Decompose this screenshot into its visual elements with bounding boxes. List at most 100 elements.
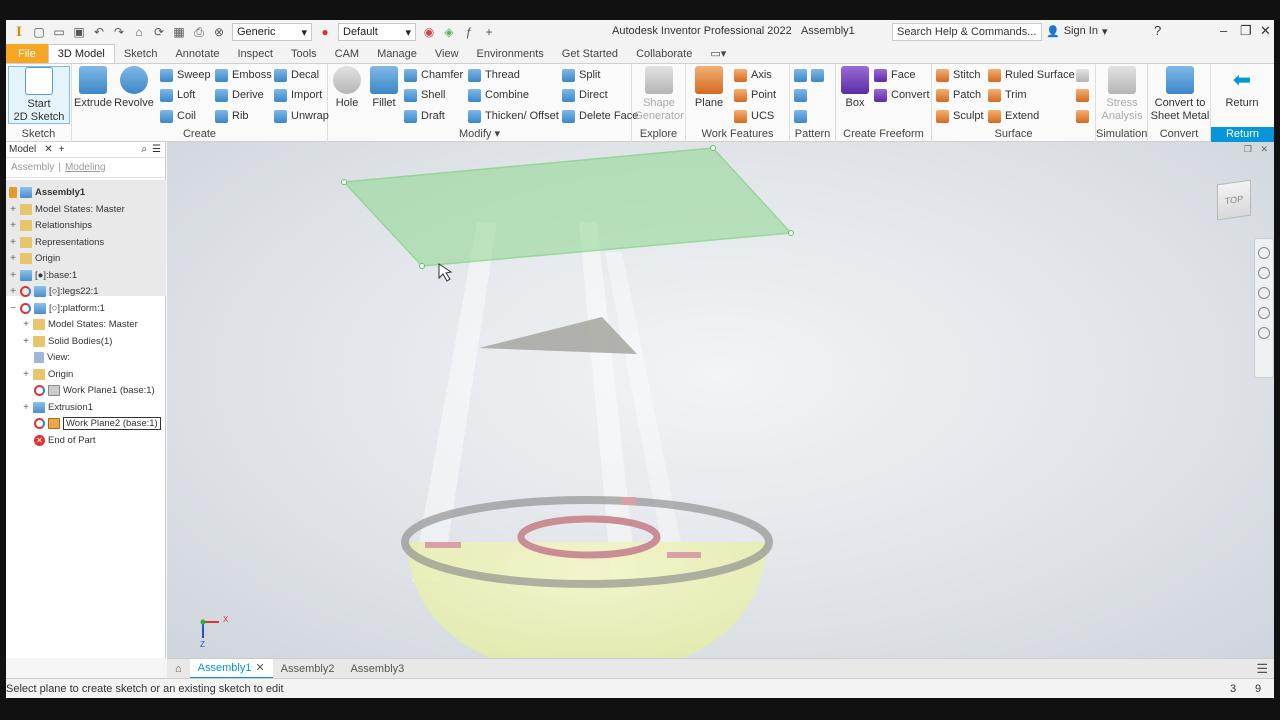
doc-tab-assembly2[interactable]: Assembly2 bbox=[273, 659, 343, 679]
tree-node-extrusion1[interactable]: + Extrusion1 bbox=[22, 399, 93, 415]
tab-environments[interactable]: Environments bbox=[468, 44, 553, 63]
home-tab-icon[interactable]: ⌂ bbox=[167, 659, 190, 679]
trim-button[interactable]: Trim bbox=[988, 86, 1027, 104]
tab-manage[interactable]: Manage bbox=[368, 44, 426, 63]
add-icon[interactable]: + bbox=[482, 25, 496, 39]
material-dropdown[interactable]: Generic ▾ bbox=[232, 23, 312, 41]
combine-button[interactable]: Combine bbox=[468, 86, 529, 104]
tab-cam[interactable]: CAM bbox=[326, 44, 368, 63]
save-icon[interactable]: ▣ bbox=[72, 25, 86, 39]
axis-button[interactable]: Axis bbox=[734, 66, 772, 84]
hole-button[interactable]: Hole bbox=[330, 66, 364, 110]
search-input[interactable]: Search Help & Commands... bbox=[892, 23, 1042, 41]
sketch-pattern-button[interactable] bbox=[794, 107, 807, 125]
tab-annotate[interactable]: Annotate bbox=[166, 44, 228, 63]
tree-node-platform-origin[interactable]: + Origin bbox=[22, 366, 73, 382]
close-icon[interactable]: ✕ bbox=[1260, 23, 1271, 39]
select-icon[interactable]: ▦ bbox=[172, 25, 186, 39]
rib-button[interactable]: Rib bbox=[215, 107, 249, 125]
doc-tab-assembly3[interactable]: Assembly3 bbox=[342, 659, 412, 679]
home-icon[interactable]: ⌂ bbox=[132, 25, 146, 39]
cancel-icon[interactable]: ⊗ bbox=[212, 25, 226, 39]
expand-icon[interactable]: + bbox=[9, 237, 17, 248]
work-plane-highlight[interactable] bbox=[342, 147, 793, 267]
tab-file[interactable]: File bbox=[6, 44, 48, 63]
close-icon[interactable]: ✕ bbox=[44, 144, 52, 155]
steering-wheel-icon[interactable] bbox=[1258, 247, 1270, 259]
expand-icon[interactable]: + bbox=[9, 286, 17, 297]
return-button[interactable]: ⬅ Return bbox=[1219, 66, 1265, 110]
sculpt-button[interactable]: Sculpt bbox=[936, 107, 984, 125]
help-icon[interactable]: ? bbox=[1154, 23, 1161, 38]
tree-node-model-states[interactable]: + Model States: Master bbox=[9, 201, 125, 217]
tree-label-editing[interactable]: Work Plane2 (base:1) bbox=[63, 416, 161, 430]
loft-button[interactable]: Loft bbox=[160, 86, 195, 104]
patch-button[interactable]: Patch bbox=[936, 86, 981, 104]
chamfer-button[interactable]: Chamfer bbox=[404, 66, 463, 84]
tree-node-work-plane2[interactable]: Work Plane2 (base:1) bbox=[34, 415, 161, 431]
menu-icon[interactable]: ☰ bbox=[152, 144, 161, 155]
appearance-icon[interactable]: ● bbox=[318, 25, 332, 39]
fit-mesh-button[interactable] bbox=[1076, 86, 1089, 104]
tree-node-solid-bodies[interactable]: + Solid Bodies(1) bbox=[22, 333, 112, 349]
coil-button[interactable]: Coil bbox=[160, 107, 196, 125]
emboss-button[interactable]: Emboss bbox=[215, 66, 272, 84]
tab-collaborate[interactable]: Collaborate bbox=[627, 44, 701, 63]
expand-icon[interactable]: + bbox=[9, 270, 17, 281]
shell-button[interactable]: Shell bbox=[404, 86, 445, 104]
tab-view[interactable]: View bbox=[426, 44, 468, 63]
tree-node-legs[interactable]: + [○]:legs22:1 bbox=[9, 283, 99, 299]
undo-icon[interactable]: ↶ bbox=[92, 25, 106, 39]
tabs-menu-icon[interactable]: ☰ bbox=[1256, 661, 1274, 677]
expand-icon[interactable]: + bbox=[9, 204, 17, 215]
color-override-icon[interactable]: ◉ bbox=[422, 25, 436, 39]
point-button[interactable]: Point bbox=[734, 86, 776, 104]
tab-inspect[interactable]: Inspect bbox=[229, 44, 282, 63]
tree-node-view[interactable]: View: bbox=[34, 349, 70, 365]
derive-button[interactable]: Derive bbox=[215, 86, 264, 104]
tab-sketch[interactable]: Sketch bbox=[115, 44, 167, 63]
viewport-close-icon[interactable]: ✕ bbox=[1260, 144, 1268, 155]
assembly-view-tab[interactable]: Assembly bbox=[11, 162, 54, 173]
orbit-icon[interactable] bbox=[1258, 307, 1270, 319]
start-2d-sketch-button[interactable]: Start 2D Sketch bbox=[8, 66, 70, 124]
tree-node-end-of-part[interactable]: ✕ End of Part bbox=[34, 432, 96, 448]
tab-more-icon[interactable]: ▭▾ bbox=[701, 44, 735, 63]
adjust-icon[interactable]: ◈ bbox=[442, 25, 456, 39]
modeling-view-tab[interactable]: Modeling bbox=[65, 162, 106, 173]
tab-3d-model[interactable]: 3D Model bbox=[47, 44, 115, 63]
sign-in-button[interactable]: 👤 Sign In ▾ bbox=[1046, 25, 1107, 38]
viewport-restore-icon[interactable]: ❐ bbox=[1244, 144, 1252, 155]
new-icon[interactable]: ▢ bbox=[32, 25, 46, 39]
pan-icon[interactable] bbox=[1258, 267, 1270, 279]
search-icon[interactable]: ⌕ bbox=[141, 144, 147, 155]
circular-pattern-button[interactable] bbox=[794, 86, 807, 104]
draft-button[interactable]: Draft bbox=[404, 107, 445, 125]
revolve-button[interactable]: Revolve bbox=[114, 66, 154, 110]
tree-node-work-plane1[interactable]: Work Plane1 (base:1) bbox=[34, 382, 155, 398]
tree-node-origin[interactable]: + Origin bbox=[9, 250, 60, 266]
plane-button[interactable]: Plane bbox=[690, 66, 728, 110]
fx-icon[interactable]: ƒ bbox=[462, 25, 476, 39]
minimize-icon[interactable]: – bbox=[1220, 23, 1227, 38]
face-button[interactable]: Face bbox=[874, 66, 915, 84]
collapse-icon[interactable]: − bbox=[9, 303, 17, 314]
import-button[interactable]: Import bbox=[274, 86, 322, 104]
graphics-viewport[interactable]: X Z TOP ❐ ✕ bbox=[167, 142, 1274, 658]
expand-icon[interactable]: + bbox=[9, 253, 17, 264]
extrude-button[interactable]: Extrude bbox=[74, 66, 112, 110]
expand-icon[interactable]: + bbox=[22, 369, 30, 380]
expand-icon[interactable]: + bbox=[22, 402, 30, 413]
view-cube[interactable]: TOP bbox=[1217, 179, 1251, 221]
tree-node-representations[interactable]: + Representations bbox=[9, 234, 104, 250]
repair-bodies-button[interactable] bbox=[1076, 66, 1089, 84]
split-button[interactable]: Split bbox=[562, 66, 600, 84]
expand-icon[interactable]: + bbox=[22, 319, 30, 330]
thread-button[interactable]: Thread bbox=[468, 66, 520, 84]
tree-node-assembly[interactable]: Assembly1 bbox=[9, 184, 85, 200]
sweep-button[interactable]: Sweep bbox=[160, 66, 211, 84]
direct-button[interactable]: Direct bbox=[562, 86, 608, 104]
ucs-button[interactable]: UCS bbox=[734, 107, 774, 125]
mirror-icon[interactable] bbox=[811, 68, 824, 82]
tree-node-relationships[interactable]: + Relationships bbox=[9, 217, 92, 233]
